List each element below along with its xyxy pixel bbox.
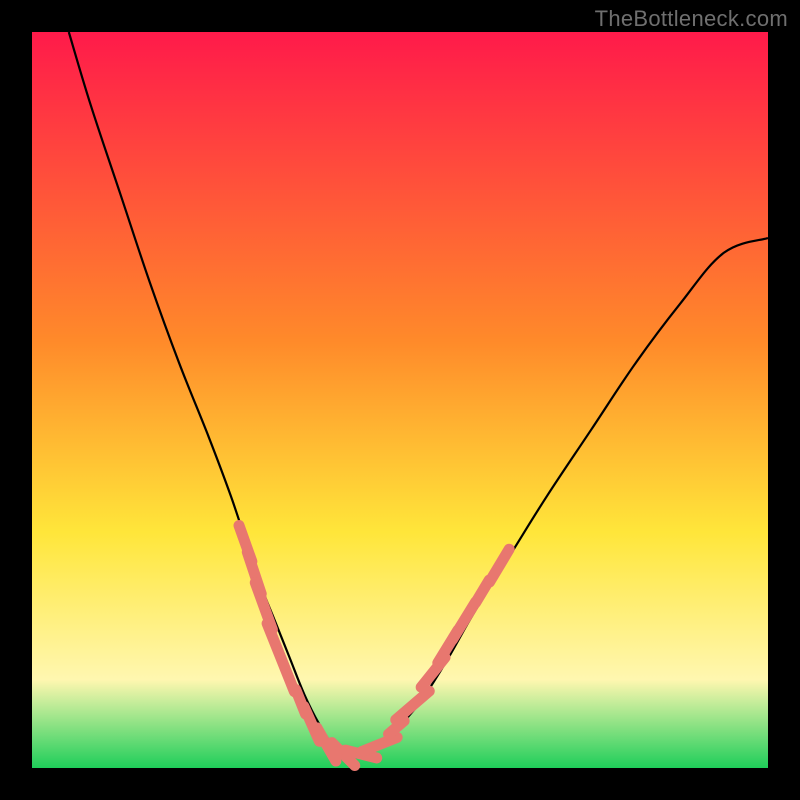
chart-stage: TheBottleneck.com xyxy=(0,0,800,800)
watermark-text: TheBottleneck.com xyxy=(595,6,788,32)
bottleneck-chart xyxy=(0,0,800,800)
plot-area xyxy=(32,32,768,768)
